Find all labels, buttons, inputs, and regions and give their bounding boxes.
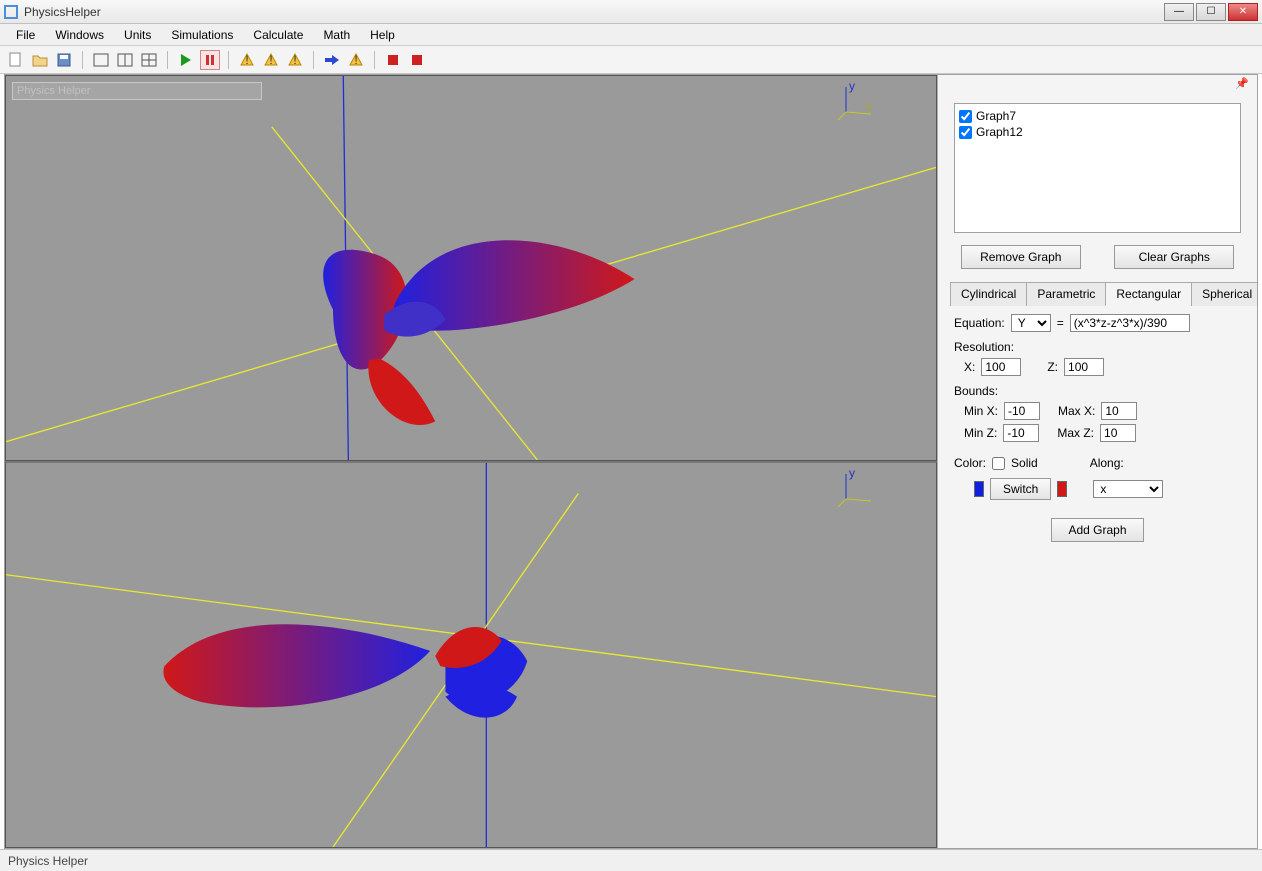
viewports: Physics Helper y z (5, 75, 937, 848)
menu-units[interactable]: Units (114, 25, 161, 45)
rectangular-panel: Equation: Y = Resolution: X: Z: Bounds: (954, 314, 1241, 542)
color-swatch-1[interactable] (974, 481, 984, 497)
graph-checkbox[interactable] (959, 110, 972, 123)
status-text: Physics Helper (8, 854, 88, 868)
axis-indicator-icon: y (836, 469, 876, 509)
graph-list-item[interactable]: Graph12 (959, 124, 1236, 140)
open-file-icon[interactable] (30, 50, 50, 70)
clear-graphs-button[interactable]: Clear Graphs (1114, 245, 1234, 269)
play-icon[interactable] (176, 50, 196, 70)
window-controls: — ☐ ✕ (1164, 3, 1258, 21)
minx-input[interactable] (1004, 402, 1040, 420)
minx-label: Min X: (964, 404, 998, 418)
warning-icon[interactable]: ! (261, 50, 281, 70)
graph-name: Graph12 (976, 125, 1023, 139)
maxx-label: Max X: (1058, 404, 1095, 418)
toolbar-separator (313, 51, 314, 69)
menubar: FileWindowsUnitsSimulationsCalculateMath… (0, 24, 1262, 46)
add-graph-button[interactable]: Add Graph (1051, 518, 1143, 542)
save-file-icon[interactable] (54, 50, 74, 70)
along-select[interactable]: x (1093, 480, 1163, 498)
resolution-label: Resolution: (954, 340, 1014, 354)
layout-single-icon[interactable] (91, 50, 111, 70)
sidebar: 📌 Graph7 Graph12 Remove Graph Clear Graph… (937, 75, 1257, 848)
toolbar-separator (374, 51, 375, 69)
warning-icon[interactable]: ! (346, 50, 366, 70)
close-button[interactable]: ✕ (1228, 3, 1258, 21)
window-title: PhysicsHelper (24, 5, 1164, 19)
menu-simulations[interactable]: Simulations (161, 25, 243, 45)
graph-list[interactable]: Graph7 Graph12 (954, 103, 1241, 233)
along-label: Along: (1090, 456, 1124, 470)
warning-icon[interactable]: ! (237, 50, 257, 70)
maxx-input[interactable] (1101, 402, 1137, 420)
res-x-input[interactable] (981, 358, 1021, 376)
maxz-label: Max Z: (1057, 426, 1094, 440)
svg-text:!: ! (245, 53, 248, 67)
svg-text:!: ! (293, 53, 296, 67)
res-z-input[interactable] (1064, 358, 1104, 376)
svg-text:y: y (849, 469, 855, 480)
solid-label: Solid (1011, 456, 1038, 470)
pin-icon[interactable]: 📌 (1235, 77, 1249, 90)
color-label: Color: (954, 456, 986, 470)
res-z-label: Z: (1047, 360, 1058, 374)
stop-icon[interactable] (383, 50, 403, 70)
minz-label: Min Z: (964, 426, 997, 440)
viewport-top[interactable]: Physics Helper y z (5, 75, 937, 461)
viewport-label: Physics Helper (12, 82, 262, 100)
scene-bottom (6, 463, 936, 847)
warning-icon[interactable]: ! (285, 50, 305, 70)
stop-icon[interactable] (407, 50, 427, 70)
minimize-button[interactable]: — (1164, 3, 1194, 21)
arrow-right-icon[interactable] (322, 50, 342, 70)
equation-var-select[interactable]: Y (1011, 314, 1051, 332)
titlebar: PhysicsHelper — ☐ ✕ (0, 0, 1262, 24)
tab-spherical[interactable]: Spherical (1191, 282, 1258, 306)
pause-icon[interactable] (200, 50, 220, 70)
maxz-input[interactable] (1100, 424, 1136, 442)
equation-label: Equation: (954, 316, 1005, 330)
bounds-label: Bounds: (954, 384, 998, 398)
equals-sign: = (1057, 316, 1064, 330)
graph-checkbox[interactable] (959, 126, 972, 139)
tab-rectangular[interactable]: Rectangular (1105, 282, 1192, 306)
svg-text:!: ! (354, 53, 357, 67)
svg-text:z: z (866, 99, 872, 113)
menu-math[interactable]: Math (313, 25, 360, 45)
tab-parametric[interactable]: Parametric (1026, 282, 1106, 306)
tab-cylindrical[interactable]: Cylindrical (950, 282, 1027, 306)
solid-checkbox[interactable] (992, 457, 1005, 470)
res-x-label: X: (964, 360, 975, 374)
equation-input[interactable] (1070, 314, 1190, 332)
svg-text:y: y (849, 82, 855, 93)
main-area: Physics Helper y z (4, 74, 1258, 849)
menu-file[interactable]: File (6, 25, 45, 45)
menu-calculate[interactable]: Calculate (243, 25, 313, 45)
axis-indicator-icon: y z (836, 82, 876, 122)
minz-input[interactable] (1003, 424, 1039, 442)
svg-text:!: ! (269, 53, 272, 67)
layout-split-v-icon[interactable] (115, 50, 135, 70)
switch-button[interactable]: Switch (990, 478, 1051, 500)
graph-type-tabs: CylindricalParametricRectangularSpherica… (950, 281, 1245, 306)
menu-windows[interactable]: Windows (45, 25, 114, 45)
scene-top (6, 76, 936, 460)
layout-quad-icon[interactable] (139, 50, 159, 70)
app-icon (4, 5, 18, 19)
toolbar-separator (228, 51, 229, 69)
toolbar-separator (167, 51, 168, 69)
remove-graph-button[interactable]: Remove Graph (961, 245, 1081, 269)
graph-list-item[interactable]: Graph7 (959, 108, 1236, 124)
toolbar: ! ! ! ! (0, 46, 1262, 74)
color-swatch-2[interactable] (1057, 481, 1067, 497)
statusbar: Physics Helper (0, 849, 1262, 871)
viewport-bottom[interactable]: y (5, 461, 937, 848)
maximize-button[interactable]: ☐ (1196, 3, 1226, 21)
graph-name: Graph7 (976, 109, 1016, 123)
toolbar-separator (82, 51, 83, 69)
new-file-icon[interactable] (6, 50, 26, 70)
menu-help[interactable]: Help (360, 25, 405, 45)
